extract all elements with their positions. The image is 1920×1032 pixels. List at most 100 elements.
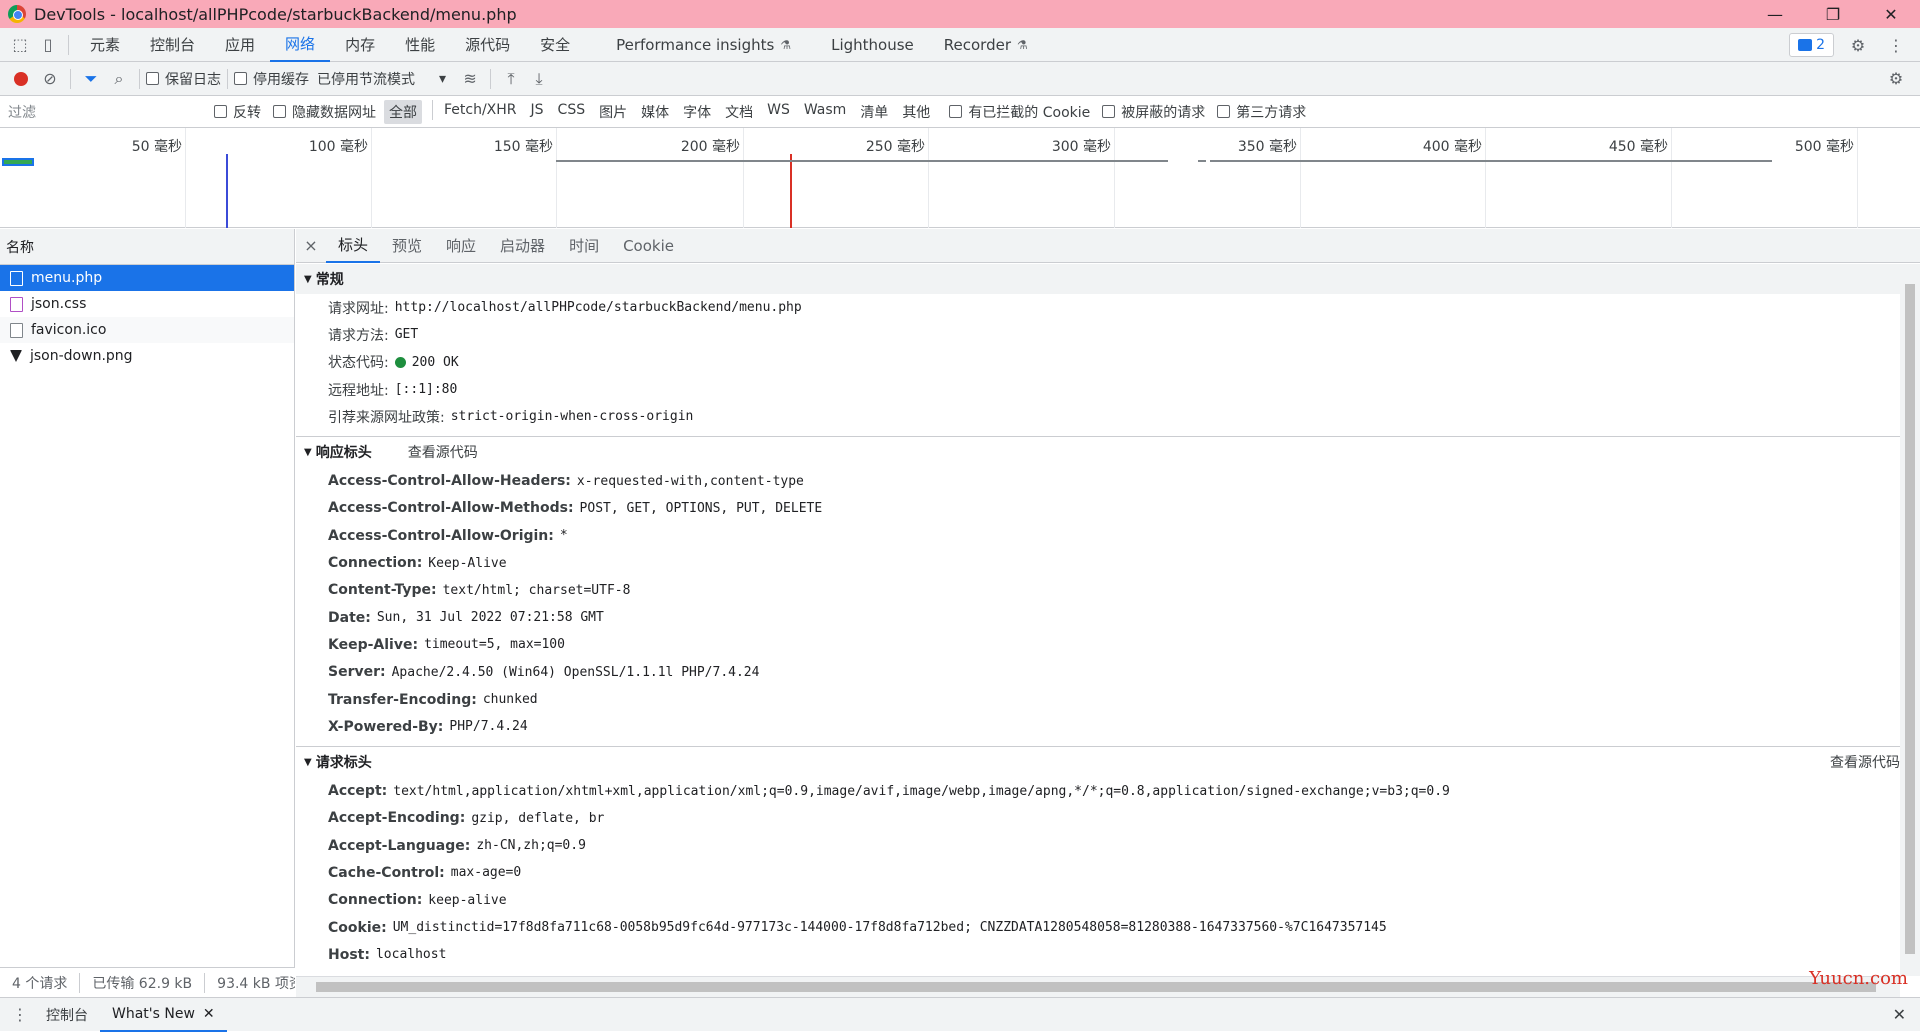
header-row: Cache-Control: max-age=0 <box>296 859 1900 886</box>
header-key: 状态代码: <box>328 355 389 372</box>
drawer-tab-console[interactable]: 控制台 <box>34 998 100 1032</box>
view-source-button[interactable]: 查看源代码 <box>1830 752 1900 772</box>
tab-timing[interactable]: 时间 <box>557 229 611 263</box>
checkbox-box[interactable] <box>1217 105 1231 118</box>
tab-initiator[interactable]: 启动器 <box>488 229 557 263</box>
filter-type-img[interactable]: 图片 <box>594 100 632 124</box>
close-window-button[interactable]: ✕ <box>1862 0 1920 28</box>
clear-icon[interactable]: ⊘ <box>36 65 64 93</box>
scrollbar-thumb[interactable] <box>1905 284 1915 954</box>
third-party-checkbox[interactable]: 第三方请求 <box>1217 102 1306 122</box>
response-headers-header[interactable]: ▼ 响应标头 查看源代码 <box>296 437 1900 467</box>
tab-network[interactable]: 网络 <box>270 28 331 62</box>
filter-type-css[interactable]: CSS <box>553 100 591 124</box>
search-icon[interactable]: ⌕ <box>105 65 133 93</box>
request-row-menu-php[interactable]: menu.php <box>0 265 294 291</box>
filter-type-fetch-xhr[interactable]: Fetch/XHR <box>439 100 522 124</box>
filter-type-doc[interactable]: 文档 <box>720 100 758 124</box>
tab-cookies[interactable]: Cookie <box>611 229 686 263</box>
network-conditions-icon[interactable]: ≋ <box>456 65 484 93</box>
tab-elements[interactable]: 元素 <box>75 28 135 62</box>
resource-type-filters: 全部 Fetch/XHR JS CSS 图片 媒体 字体 文档 WS Wasm … <box>384 99 939 124</box>
blocked-requests-checkbox[interactable]: 被屏蔽的请求 <box>1102 102 1205 122</box>
device-toolbar-icon[interactable]: ▯ <box>34 31 62 59</box>
tab-performance-insights[interactable]: Performance insights ⚗ <box>601 28 806 62</box>
drawer-tab-label: What's New <box>112 1005 195 1022</box>
blocked-cookies-checkbox[interactable]: 有已拦截的 Cookie <box>949 102 1090 122</box>
header-key: Host: <box>328 946 370 963</box>
checkbox-box[interactable] <box>273 105 286 118</box>
tab-performance[interactable]: 性能 <box>390 28 450 62</box>
tab-application[interactable]: 应用 <box>210 28 270 62</box>
tab-headers[interactable]: 标头 <box>326 229 381 263</box>
filter-type-ws[interactable]: WS <box>762 100 795 124</box>
tab-memory[interactable]: 内存 <box>330 28 390 62</box>
close-details-icon[interactable]: × <box>296 236 326 255</box>
filter-type-wasm[interactable]: Wasm <box>799 100 851 124</box>
tab-lighthouse[interactable]: Lighthouse <box>816 28 929 62</box>
filter-type-media[interactable]: 媒体 <box>636 100 674 124</box>
disable-cache-checkbox[interactable]: 停用缓存 <box>234 69 309 89</box>
request-row-json-down-png[interactable]: json-down.png <box>0 343 294 369</box>
minimize-button[interactable]: — <box>1746 0 1804 28</box>
restore-button[interactable]: ❐ <box>1804 0 1862 28</box>
export-har-icon[interactable]: ⤓ <box>525 65 553 93</box>
network-overview-timeline[interactable]: 50 毫秒 100 毫秒 150 毫秒 200 毫秒 250 毫秒 300 毫秒… <box>0 128 1920 228</box>
checkbox-box[interactable] <box>1102 105 1116 118</box>
issues-badge[interactable]: 2 <box>1789 33 1834 57</box>
tab-preview[interactable]: 预览 <box>380 229 434 263</box>
view-source-button[interactable]: 查看源代码 <box>408 442 478 462</box>
network-settings-gear-icon[interactable]: ⚙ <box>1882 65 1910 93</box>
drawer-tab-whats-new[interactable]: What's New ✕ <box>100 998 227 1032</box>
header-value: localhost <box>375 947 447 963</box>
preserve-log-checkbox[interactable]: 保留日志 <box>146 69 221 89</box>
scrollbar-thumb[interactable] <box>316 982 1876 992</box>
hide-data-urls-checkbox[interactable]: 隐藏数据网址 <box>273 102 376 122</box>
general-section: ▼ 常规 请求网址: http://localhost/allPHPcode/sta… <box>296 264 1900 438</box>
invert-checkbox[interactable]: 反转 <box>214 102 261 122</box>
filter-type-font[interactable]: 字体 <box>678 100 716 124</box>
general-section-header[interactable]: ▼ 常规 <box>296 264 1900 294</box>
gear-icon[interactable]: ⚙ <box>1844 31 1872 59</box>
import-har-icon[interactable]: ⤒ <box>497 65 525 93</box>
header-value: x-requested-with,content-type <box>576 473 804 489</box>
header-key: Transfer-Encoding: <box>328 691 477 708</box>
close-drawer-icon[interactable]: ✕ <box>1893 1005 1906 1024</box>
header-value: max-age=0 <box>450 865 522 881</box>
header-value: POST, GET, OPTIONS, PUT, DELETE <box>579 500 823 516</box>
drawer-menu-icon[interactable]: ⋮ <box>6 1001 34 1029</box>
throttling-select[interactable]: 已停用节流模式 ▾ <box>317 69 446 89</box>
checkbox-box[interactable] <box>234 72 247 85</box>
checkbox-box[interactable] <box>214 105 227 118</box>
inspect-element-icon[interactable]: ⬚ <box>6 31 34 59</box>
filter-type-manifest[interactable]: 清单 <box>855 100 893 124</box>
filter-type-all[interactable]: 全部 <box>384 99 422 124</box>
header-row: Connection: keep-alive <box>296 887 1900 914</box>
issues-icon <box>1798 39 1813 51</box>
close-tab-icon[interactable]: ✕ <box>203 1006 215 1022</box>
checkbox-box[interactable] <box>949 105 963 118</box>
record-button[interactable] <box>14 71 28 86</box>
header-row: Content-Type: text/html; charset=UTF-8 <box>296 577 1900 604</box>
horizontal-scrollbar[interactable] <box>296 976 1900 997</box>
issues-count: 2 <box>1816 37 1825 53</box>
filter-input[interactable]: 过滤 <box>4 100 214 124</box>
tab-sources[interactable]: 源代码 <box>450 28 525 62</box>
request-name: json.css <box>31 296 87 312</box>
flask-icon: ⚗ <box>780 37 792 52</box>
tab-console[interactable]: 控制台 <box>135 28 210 62</box>
tab-recorder[interactable]: Recorder ⚗ <box>929 28 1043 62</box>
request-headers-header[interactable]: ▼ 请求标头 查看源代码 <box>296 747 1900 777</box>
checkbox-box[interactable] <box>146 72 159 85</box>
tab-response[interactable]: 响应 <box>434 229 488 263</box>
header-key: Accept-Language: <box>328 837 471 854</box>
tab-security[interactable]: 安全 <box>525 28 585 62</box>
request-row-json-css[interactable]: json.css <box>0 291 294 317</box>
vertical-scrollbar[interactable] <box>1900 264 1920 976</box>
filter-icon[interactable]: ⏷ <box>77 65 105 93</box>
name-column-header[interactable]: 名称 <box>0 229 294 265</box>
filter-type-other[interactable]: 其他 <box>897 100 935 124</box>
filter-type-js[interactable]: JS <box>526 100 549 124</box>
more-options-icon[interactable]: ⋮ <box>1882 31 1910 59</box>
request-row-favicon[interactable]: favicon.ico <box>0 317 294 343</box>
